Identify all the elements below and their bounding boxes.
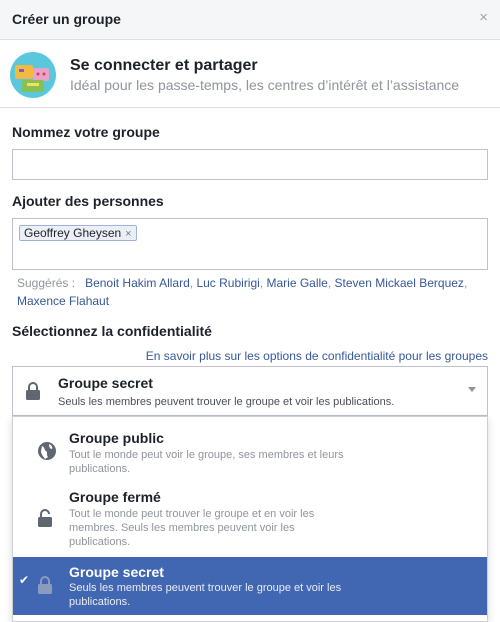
suggestion-link[interactable]: Steven Mickael Berquez	[335, 276, 464, 290]
option-description: Tout le monde peut trouver le groupe et …	[69, 507, 369, 549]
group-illustration-icon	[10, 52, 56, 98]
add-people-input[interactable]: Geoffrey Gheysen ×	[12, 218, 488, 270]
option-description-line: publications.	[69, 536, 131, 548]
checkmark-icon: ✔	[19, 573, 30, 587]
lock-icon	[38, 576, 52, 594]
option-title: Groupe secret	[69, 564, 164, 580]
privacy-selected-description: Seuls les membres peuvent trouver le gro…	[58, 396, 395, 408]
suggestion-link[interactable]: Marie Galle	[267, 276, 328, 290]
person-chip-label: Geoffrey Gheysen	[24, 226, 122, 240]
privacy-selected-title: Groupe secret	[58, 375, 153, 391]
chevron-down-icon	[468, 387, 476, 392]
option-description-line: Tout le monde peut trouver le groupe et …	[69, 508, 315, 520]
person-chip: Geoffrey Gheysen ×	[19, 225, 137, 241]
option-description-line: membres. Seuls les membres peuvent voir …	[69, 522, 295, 534]
close-icon[interactable]: ×	[479, 10, 488, 25]
privacy-learn-more-link[interactable]: En savoir plus sur les options de confid…	[146, 349, 488, 363]
privacy-options-menu: Groupe public Tout le monde peut voir le…	[12, 416, 488, 622]
add-people-label: Ajouter des personnes	[12, 193, 164, 209]
option-description: Tout le monde peut voir le groupe, ses m…	[69, 448, 369, 476]
dialog-title: Créer un groupe	[12, 11, 121, 27]
option-title: Groupe public	[69, 430, 164, 446]
privacy-option-public[interactable]: Groupe public Tout le monde peut voir le…	[13, 417, 487, 481]
option-description-line: Seuls les membres peuvent trouver le gro…	[69, 582, 342, 594]
suggestion-link[interactable]: Benoit Hakim Allard	[85, 276, 190, 290]
option-description: Seuls les membres peuvent trouver le gro…	[69, 581, 369, 609]
group-name-input[interactable]	[12, 149, 488, 180]
intro-subtitle: Idéal pour les passe-temps, les centres …	[70, 77, 460, 93]
option-description-line: publications.	[69, 463, 131, 475]
privacy-select[interactable]: Groupe secret Seuls les membres peuvent …	[12, 366, 488, 416]
lock-icon	[38, 509, 52, 527]
suggestions: Suggérés : Benoit Hakim Allard, Luc Rubi…	[17, 276, 468, 308]
suggestion-link[interactable]: Maxence Flahaut	[17, 294, 109, 308]
privacy-label: Sélectionnez la confidentialité	[12, 323, 212, 339]
privacy-option-closed[interactable]: Groupe fermé Tout le monde peut trouver …	[13, 481, 487, 555]
option-title: Groupe fermé	[69, 489, 161, 505]
lock-icon	[26, 382, 40, 400]
dialog-header: Créer un groupe ×	[0, 0, 500, 40]
suggestions-prefix: Suggérés :	[17, 276, 76, 290]
privacy-option-secret[interactable]: ✔ Groupe secret Seuls les membres peuven…	[13, 557, 487, 615]
intro-section: Se connecter et partager Idéal pour les …	[0, 40, 500, 108]
remove-chip-icon[interactable]: ×	[125, 228, 131, 240]
intro-title: Se connecter et partager	[70, 57, 258, 74]
suggestion-link[interactable]: Luc Rubirigi	[196, 276, 259, 290]
option-description-line: publications.	[69, 596, 131, 608]
group-name-label: Nommez votre groupe	[12, 124, 160, 140]
option-description-line: Tout le monde peut voir le groupe, ses m…	[69, 449, 344, 461]
globe-icon	[38, 442, 56, 460]
